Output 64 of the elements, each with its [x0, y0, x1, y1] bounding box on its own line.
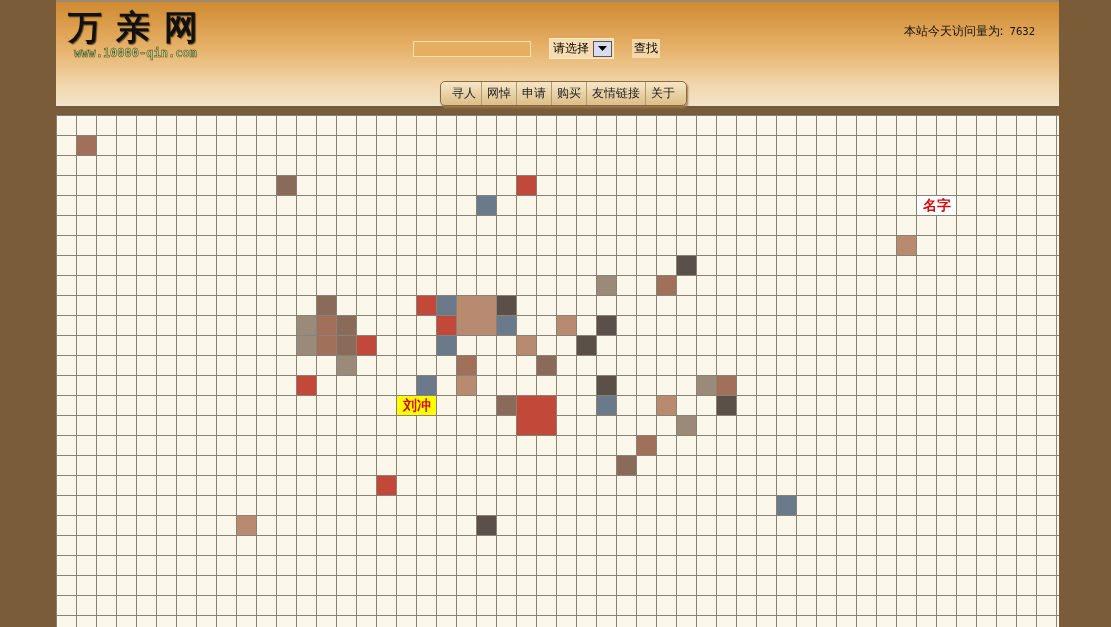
- photo-placeholder[interactable]: [337, 336, 356, 355]
- nav-button[interactable]: 购买: [550, 82, 586, 105]
- nav-button[interactable]: 友情链接: [585, 82, 645, 105]
- visit-count-value: 7632: [1009, 26, 1035, 37]
- photo-placeholder[interactable]: [517, 336, 536, 355]
- photo-placeholder[interactable]: [497, 396, 516, 415]
- photo-placeholder[interactable]: [437, 316, 456, 335]
- photo-placeholder[interactable]: [297, 376, 316, 395]
- search-button[interactable]: 查找: [632, 39, 660, 58]
- photo-placeholder[interactable]: [577, 336, 596, 355]
- photo-placeholder[interactable]: [377, 476, 396, 495]
- photo-placeholder[interactable]: [697, 376, 716, 395]
- photo-placeholder[interactable]: [297, 316, 316, 335]
- photo-placeholder[interactable]: [597, 316, 616, 335]
- site-url: www.10000-qin.com: [74, 46, 198, 60]
- photo-placeholder[interactable]: [337, 316, 356, 335]
- photo-placeholder[interactable]: [617, 456, 636, 475]
- photo-placeholder[interactable]: [497, 296, 516, 315]
- photo-placeholder[interactable]: [677, 256, 696, 275]
- photo-placeholder[interactable]: [457, 296, 496, 335]
- photo-placeholder[interactable]: [277, 176, 296, 195]
- visit-count-label: 本站今天访问量为:: [903, 23, 1004, 40]
- photo-placeholder[interactable]: [717, 396, 736, 415]
- photo-placeholder[interactable]: [417, 376, 436, 395]
- name-tag[interactable]: 刘冲: [397, 396, 436, 415]
- photo-placeholder[interactable]: [457, 356, 476, 375]
- site-logo-title: 万亲网: [68, 8, 213, 46]
- photo-placeholder[interactable]: [477, 196, 496, 215]
- caret-icon: [593, 40, 612, 57]
- photo-placeholder[interactable]: [437, 336, 456, 355]
- photo-placeholder[interactable]: [897, 236, 916, 255]
- photo-placeholder[interactable]: [537, 356, 556, 375]
- photo-placeholder[interactable]: [357, 336, 376, 355]
- photo-placeholder[interactable]: [337, 356, 356, 375]
- photo-placeholder[interactable]: [297, 336, 316, 355]
- photo-placeholder[interactable]: [317, 336, 336, 355]
- photo-placeholder[interactable]: [597, 276, 616, 295]
- photo-placeholder[interactable]: [237, 516, 256, 535]
- photo-placeholder[interactable]: [497, 316, 516, 335]
- photo-placeholder[interactable]: [317, 296, 336, 315]
- photo-placeholder[interactable]: [77, 136, 96, 155]
- photo-placeholder[interactable]: [777, 496, 796, 515]
- search-field[interactable]: [413, 40, 531, 57]
- category-dropdown[interactable]: 请选择: [549, 38, 614, 59]
- photo-placeholder[interactable]: [457, 376, 476, 395]
- photo-placeholder[interactable]: [657, 396, 676, 415]
- photo-placeholder[interactable]: [517, 176, 536, 195]
- photo-placeholder[interactable]: [637, 436, 656, 455]
- nav-button[interactable]: 关于: [644, 82, 680, 105]
- photo-placeholder[interactable]: [317, 316, 336, 335]
- photo-placeholder[interactable]: [717, 376, 736, 395]
- photo-placeholder[interactable]: [437, 296, 456, 315]
- photo-placeholder[interactable]: [677, 416, 696, 435]
- photo-placeholder[interactable]: [597, 396, 616, 415]
- name-tag[interactable]: 名字: [917, 196, 956, 215]
- nav-button[interactable]: 网悼: [480, 82, 516, 105]
- nav-button[interactable]: 寻人: [446, 82, 481, 105]
- photo-placeholder[interactable]: [417, 296, 436, 315]
- nav-button[interactable]: 申请: [515, 82, 551, 105]
- photo-placeholder[interactable]: [517, 396, 556, 435]
- photo-placeholder[interactable]: [477, 516, 496, 535]
- photo-placeholder[interactable]: [557, 316, 576, 335]
- photo-placeholder[interactable]: [597, 376, 616, 395]
- photo-placeholder[interactable]: [657, 276, 676, 295]
